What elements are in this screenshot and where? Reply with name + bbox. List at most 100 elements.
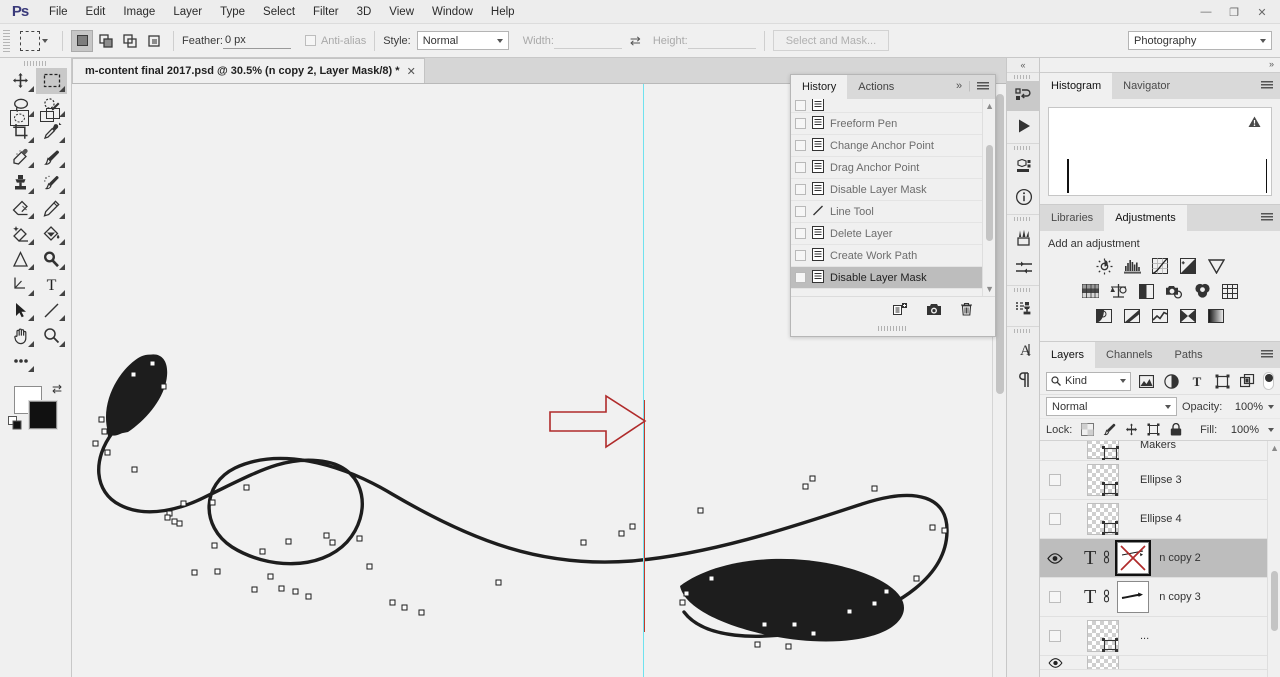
collapse-panel-icon[interactable]: » [956, 80, 962, 92]
line-tool[interactable] [36, 298, 67, 324]
history-row[interactable]: Drag Anchor Point [791, 157, 995, 179]
layer-filter-kind-select[interactable]: Kind [1046, 371, 1132, 391]
history-snapshot-checkbox[interactable] [795, 118, 806, 129]
menu-edit[interactable]: Edit [77, 0, 115, 24]
tab-adjustments[interactable]: Adjustments [1104, 205, 1187, 231]
menu-view[interactable]: View [380, 0, 423, 24]
invert-icon[interactable] [1095, 307, 1113, 325]
create-document-from-state-icon[interactable] [893, 302, 908, 319]
color-lookup-icon[interactable] [1221, 282, 1239, 300]
vibrance-icon[interactable] [1207, 257, 1225, 275]
type-layer-thumbnail[interactable]: T [1084, 586, 1096, 609]
gradient-map-icon[interactable] [1207, 307, 1225, 325]
rail-grip[interactable] [1007, 215, 1039, 223]
menu-help[interactable]: Help [482, 0, 524, 24]
spot-healing-brush-tool[interactable] [5, 145, 36, 171]
layer-visibility-toggle[interactable] [1040, 513, 1070, 525]
mask-link-icon[interactable] [1102, 589, 1111, 606]
layer-name[interactable]: n copy 3 [1149, 591, 1201, 603]
layer-thumbnail[interactable] [1070, 464, 1136, 496]
history-row[interactable]: Change Anchor Point [791, 135, 995, 157]
history-snapshot-checkbox[interactable] [795, 206, 806, 217]
close-icon[interactable]: ✕ [407, 65, 416, 78]
workspace-select[interactable]: Photography [1128, 31, 1272, 50]
scroll-up-icon[interactable]: ▲ [1270, 443, 1279, 453]
expand-dock-icon[interactable]: » [1269, 59, 1274, 69]
minimize-button[interactable]: — [1192, 2, 1220, 22]
history-snapshot-checkbox[interactable] [795, 250, 806, 261]
type-layer-thumbnail[interactable]: T [1084, 547, 1096, 570]
measurement-log-rail-icon[interactable] [1007, 152, 1041, 182]
scroll-down-icon[interactable]: ▼ [985, 284, 994, 294]
history-scrollbar[interactable]: ▲ ▼ [982, 99, 995, 296]
magic-eraser-tool[interactable] [5, 221, 36, 247]
character-rail-icon[interactable]: A [1007, 335, 1041, 365]
swap-colors-icon[interactable]: ⇄ [52, 382, 62, 396]
levels-icon[interactable] [1123, 257, 1141, 275]
new-selection-button[interactable] [71, 29, 93, 52]
layer-row-partial-bottom[interactable] [1040, 656, 1280, 670]
layer-visibility-toggle[interactable] [1040, 657, 1070, 668]
lock-all-icon[interactable] [1169, 423, 1182, 437]
menu-window[interactable]: Window [423, 0, 482, 24]
eraser-tool[interactable] [5, 196, 36, 222]
select-and-mask-button[interactable]: Select and Mask... [772, 30, 890, 51]
curves-icon[interactable] [1151, 257, 1169, 275]
create-new-snapshot-icon[interactable] [926, 303, 942, 319]
history-row-partial[interactable] [791, 99, 995, 113]
lay极-row-selected[interactable]: T n copy 2 [1040, 539, 1280, 578]
history-brush-tool[interactable] [36, 170, 67, 196]
filter-smartobject-icon[interactable] [1238, 372, 1257, 390]
rail-grip[interactable] [1007, 286, 1039, 294]
history-row[interactable]: Disable Layer Mask [791, 179, 995, 201]
menu-type[interactable]: Type [211, 0, 254, 24]
blend-mode-select[interactable]: Normal [1046, 397, 1177, 416]
brush-settings-rail-icon[interactable] [1007, 253, 1041, 283]
layer-name[interactable]: n copy 2 [1149, 552, 1201, 564]
layer-mask-thumbnail-disabled[interactable] [1115, 540, 1152, 576]
history-panel-resize-grip[interactable] [791, 324, 995, 333]
layer-name[interactable]: Ellipse 4 [1136, 513, 1182, 525]
fill-value[interactable]: 100% [1226, 424, 1259, 436]
layer-visibility-toggle[interactable] [1040, 474, 1070, 486]
layer-thumbnail[interactable] [1070, 441, 1136, 460]
add-to-selection-button[interactable] [95, 30, 117, 52]
chevron-down-icon[interactable] [1268, 404, 1274, 409]
history-snapshot-checkbox[interactable] [795, 228, 806, 239]
history-row[interactable]: Create Work Path [791, 245, 995, 267]
layer-mask-thumbnail[interactable] [1117, 581, 1150, 613]
filter-type-icon[interactable]: T [1188, 372, 1207, 390]
panel-menu-icon[interactable] [977, 81, 989, 91]
cached-data-warning-icon[interactable] [1248, 116, 1261, 131]
anti-alias-checkbox[interactable] [304, 35, 316, 46]
rectangular-marquee-tool[interactable] [36, 68, 67, 94]
intersect-with-selection-button[interactable] [143, 30, 165, 52]
lock-position-icon[interactable] [1125, 423, 1138, 437]
opacity-value[interactable]: 100% [1227, 401, 1263, 413]
tab-layers[interactable]: Layers [1040, 342, 1096, 368]
options-bar-grip[interactable] [3, 29, 10, 52]
paint-bucket-tool[interactable] [36, 221, 67, 247]
brush-tool[interactable] [36, 145, 67, 171]
hue-saturation-icon[interactable] [1081, 282, 1099, 300]
menu-image[interactable]: Image [114, 0, 164, 24]
history-row[interactable]: Line Tool [791, 201, 995, 223]
brightness-contrast-icon[interactable] [1095, 257, 1113, 275]
history-snapshot-checkbox[interactable] [795, 100, 806, 111]
width-input[interactable] [553, 32, 622, 49]
history-state-list[interactable]: Freeform Pen Change Anchor Point Drag An… [791, 99, 995, 296]
threshold-icon[interactable] [1151, 307, 1169, 325]
rail-grip[interactable] [1007, 73, 1039, 81]
edit-toolbar-tool[interactable] [5, 349, 36, 375]
collapse-rail-icon[interactable]: « [1007, 58, 1039, 72]
mask-link-icon[interactable] [1102, 550, 1111, 567]
tool-preset-picker[interactable] [14, 30, 54, 51]
height-input[interactable] [687, 32, 756, 49]
layer-name[interactable]: Ellipse 3 [1136, 474, 1182, 486]
layer-visibility-toggle[interactable] [1040, 591, 1070, 603]
clone-stamp-tool[interactable] [5, 170, 36, 196]
subtract-from-selection-button[interactable] [119, 30, 141, 52]
rail-grip[interactable] [1007, 327, 1039, 335]
history-row[interactable]: Freeform Pen [791, 113, 995, 135]
restore-button[interactable]: ❐ [1220, 2, 1248, 22]
